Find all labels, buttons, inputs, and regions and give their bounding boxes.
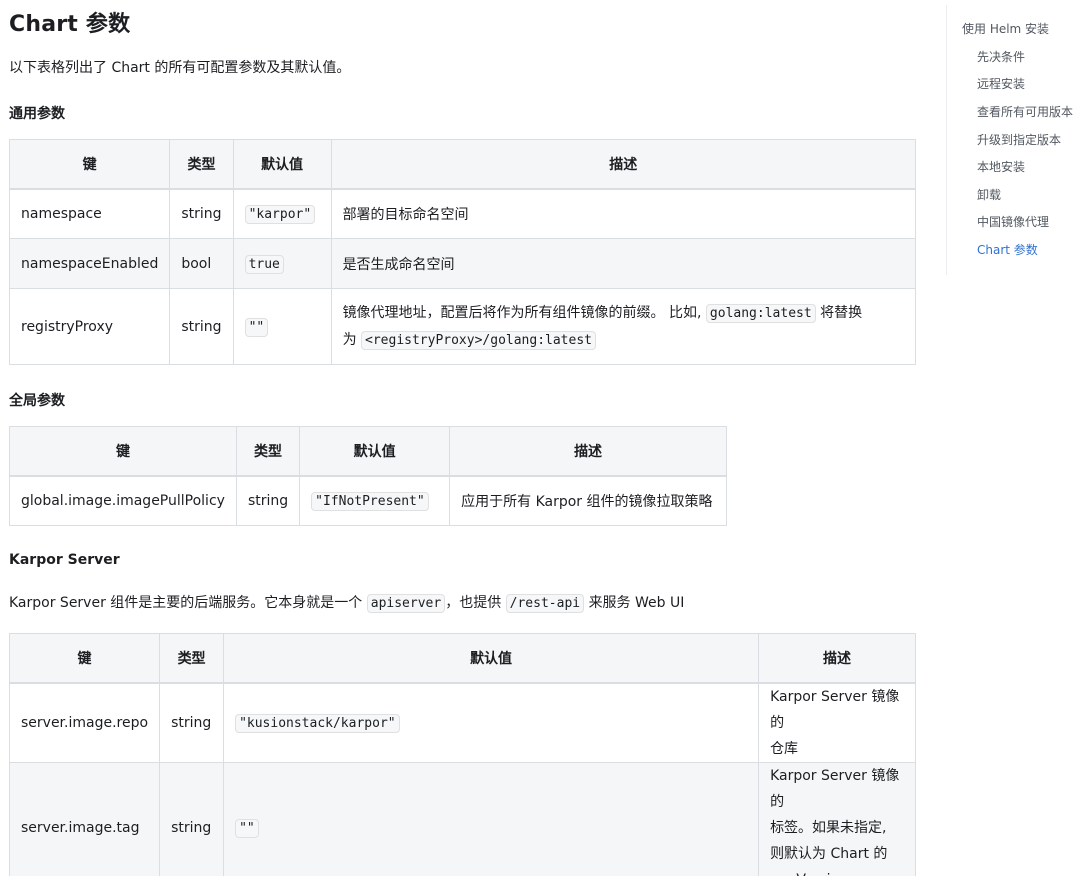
toc-item-remote-install[interactable]: 远程安装 — [977, 75, 1025, 92]
col-header-type: 类型 — [235, 426, 301, 477]
cell-type: bool — [169, 238, 234, 289]
cell-key: server.image.repo — [8, 682, 161, 763]
desc-line: 标签。如果未指定, — [770, 819, 887, 836]
desc-line: Karpor Server 镜像的 — [770, 688, 900, 731]
cell-desc: 是否生成命名空间 — [330, 238, 917, 289]
cell-default: "karpor" — [244, 204, 316, 224]
inline-code: apiserver — [366, 594, 446, 613]
inline-code: golang:latest — [705, 303, 816, 323]
cell-type: string — [169, 188, 234, 239]
cell-desc: 镜像代理地址，配置后将作为所有组件镜像的前缀。 比如, golang:lates… — [330, 288, 917, 365]
toc-item-prerequisites[interactable]: 先决条件 — [977, 48, 1025, 65]
intro-text-part: ，也提供 — [445, 595, 502, 611]
col-header-type: 类型 — [169, 139, 234, 190]
toc-item-china-mirror-proxy[interactable]: 中国镜像代理 — [977, 213, 1049, 230]
cell-desc: 部署的目标命名空间 — [330, 188, 917, 239]
section-title-global: 全局参数 — [9, 393, 65, 409]
section-title-common: 通用参数 — [9, 106, 65, 122]
cell-desc: Karpor Server 镜像的 仓库 — [758, 682, 916, 763]
intro-text-part: Karpor Server 组件是主要的后端服务。它本身就是一个 — [9, 595, 363, 611]
desc-text-part: 镜像代理地址，配置后将作为所有组件镜像的前缀。 比如, — [342, 304, 702, 321]
global-params-table: 键 类型 默认值 描述 global.image.imagePullPolicy… — [9, 426, 727, 526]
section-title-server: Karpor Server — [9, 552, 120, 568]
inline-code: /rest-api — [505, 594, 585, 613]
cell-key: registryProxy — [8, 288, 171, 365]
desc-line: 仓库 — [770, 740, 799, 757]
col-header-default: 默认值 — [299, 426, 451, 477]
toc-item-local-install[interactable]: 本地安装 — [977, 158, 1025, 175]
col-header-desc: 描述 — [758, 633, 916, 684]
cell-type: string — [235, 475, 301, 526]
cell-default: "" — [244, 317, 269, 337]
col-header-key: 键 — [8, 139, 171, 190]
toc-item-helm-install[interactable]: 使用 Helm 安装 — [962, 20, 1049, 37]
cell-type: string — [159, 761, 225, 876]
toc-item-upgrade-version[interactable]: 升级到指定版本 — [977, 131, 1061, 148]
cell-key: namespaceEnabled — [8, 238, 171, 289]
cell-default: "" — [235, 818, 259, 838]
col-header-default: 默认值 — [223, 633, 760, 684]
desc-text-part: 将替换 — [820, 304, 863, 321]
table-row: server.image.tag string "" Karpor Server… — [8, 761, 916, 876]
server-intro: Karpor Server 组件是主要的后端服务。它本身就是一个 apiserv… — [9, 592, 685, 613]
cell-type: string — [159, 682, 225, 763]
cell-key: server.image.tag — [8, 761, 161, 876]
cell-default: true — [244, 254, 284, 274]
cell-key: global.image.imagePullPolicy — [9, 475, 237, 526]
cell-key: namespace — [8, 188, 171, 239]
table-row: server.image.repo string "kusionstack/ka… — [8, 682, 916, 763]
col-header-default: 默认值 — [232, 139, 332, 190]
desc-line: Karpor Server 镜像的 — [770, 767, 900, 810]
col-header-type: 类型 — [159, 633, 225, 684]
cell-type: string — [169, 288, 234, 365]
server-params-table: 键 类型 默认值 描述 server.image.repo string "ku… — [8, 633, 916, 876]
page-title: Chart 参数 — [9, 12, 131, 37]
common-params-table: 键 类型 默认值 描述 namespace string "karpor" 部署… — [8, 139, 917, 365]
cell-default: "kusionstack/karpor" — [235, 713, 400, 733]
toc-item-chart-params[interactable]: Chart 参数 — [977, 241, 1038, 258]
table-row: namespace string "karpor" 部署的目标命名空间 — [8, 188, 917, 239]
table-row: global.image.imagePullPolicy string "IfN… — [9, 475, 727, 526]
cell-desc: Karpor Server 镜像的 标签。如果未指定, 则默认为 Chart 的… — [758, 761, 916, 876]
col-header-desc: 描述 — [330, 139, 917, 190]
toc-item-uninstall[interactable]: 卸载 — [977, 186, 1001, 203]
col-header-key: 键 — [9, 426, 237, 477]
table-of-contents: 使用 Helm 安装 先决条件 远程安装 查看所有可用版本 升级到指定版本 本地… — [946, 5, 1080, 275]
cell-default: "IfNotPresent" — [311, 491, 429, 511]
desc-line: appVersion — [770, 872, 848, 876]
intro-text-part: 来服务 Web UI — [588, 595, 685, 611]
desc-line: 则默认为 Chart 的 — [770, 845, 888, 862]
col-header-desc: 描述 — [449, 426, 727, 477]
toc-item-view-versions[interactable]: 查看所有可用版本 — [977, 103, 1073, 120]
table-row: namespaceEnabled bool true 是否生成命名空间 — [8, 238, 917, 289]
page-intro: 以下表格列出了 Chart 的所有可配置参数及其默认值。 — [9, 60, 351, 76]
cell-desc: 应用于所有 Karpor 组件的镜像拉取策略 — [449, 475, 727, 526]
inline-code: <registryProxy>/golang:latest — [361, 330, 596, 350]
table-row: registryProxy string "" 镜像代理地址，配置后将作为所有组… — [8, 288, 917, 365]
desc-text-part: 为 — [342, 331, 357, 348]
col-header-key: 键 — [8, 633, 161, 684]
